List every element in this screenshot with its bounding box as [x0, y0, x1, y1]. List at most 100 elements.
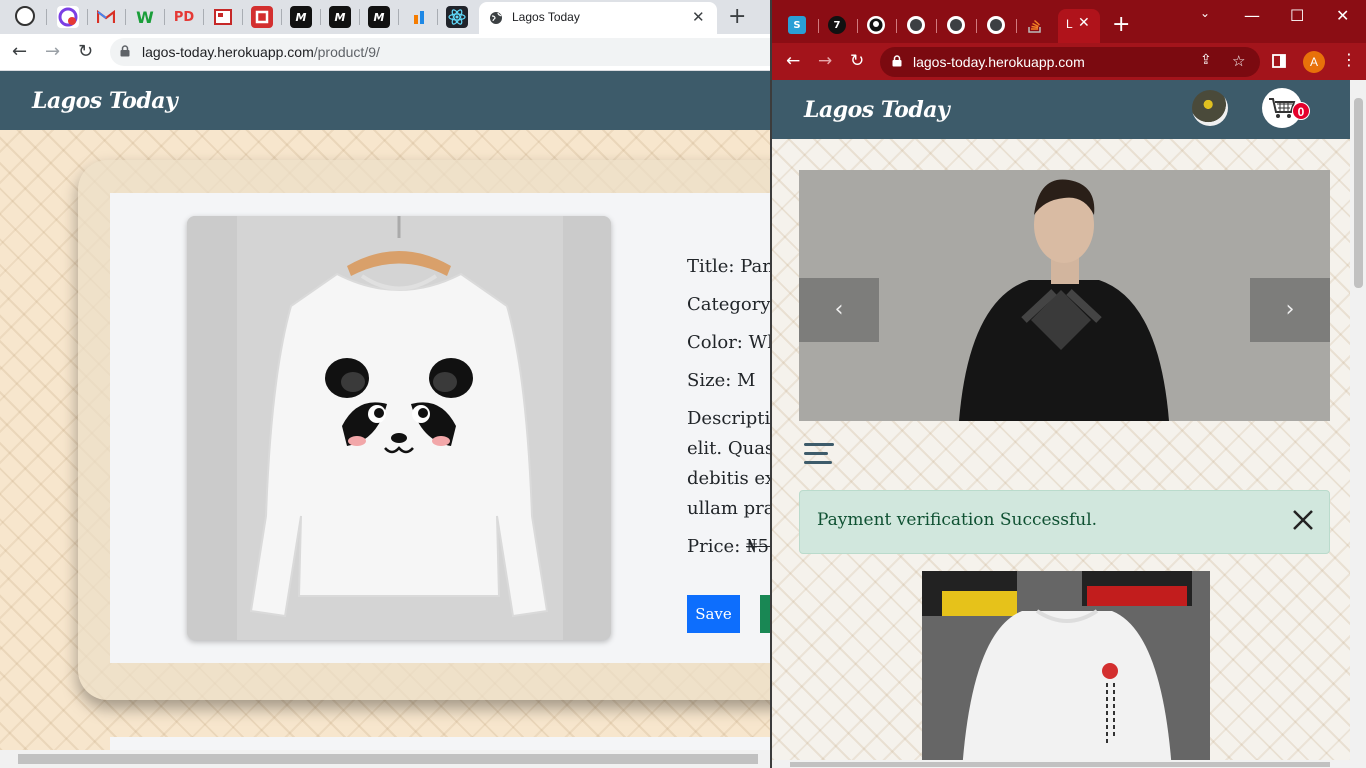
tab-separator	[936, 19, 937, 33]
new-tab-button[interactable]: +	[728, 4, 746, 29]
close-tab-icon[interactable]: ✕	[1078, 15, 1090, 31]
pd-icon[interactable]: PD	[173, 6, 195, 28]
tab-active[interactable]: L ✕	[1058, 9, 1100, 43]
price-value: ₦50(	[746, 536, 772, 557]
tab-separator	[46, 9, 47, 25]
gmail-icon[interactable]	[95, 6, 117, 28]
tab-search-icon[interactable]: ⌄	[1200, 6, 1210, 20]
pinned-tab-icon[interactable]	[57, 6, 79, 28]
medium-icon[interactable]: M	[290, 6, 312, 28]
scrollbar-thumb[interactable]	[1354, 98, 1363, 288]
tab-separator	[818, 19, 819, 33]
react-icon[interactable]	[446, 6, 468, 28]
product-color: Color: Wh	[687, 332, 772, 353]
side-panel-icon[interactable]	[1272, 54, 1286, 68]
product-description-line: elit. Quas v	[687, 438, 772, 459]
globe-icon[interactable]	[987, 16, 1005, 34]
product-description-line: debitis ex e	[687, 468, 772, 489]
red-app-icon[interactable]	[251, 6, 273, 28]
url-path: /product/9/	[313, 44, 380, 60]
hamburger-menu-icon[interactable]	[804, 441, 836, 467]
tab-separator	[976, 19, 977, 33]
tab-separator	[125, 9, 126, 25]
product-card-image[interactable]	[922, 571, 1210, 768]
save-button[interactable]: Save	[687, 595, 740, 633]
tab-separator	[857, 19, 858, 33]
address-bar[interactable]: lagos-today.herokuapp.com/product/9/	[110, 38, 772, 66]
github-icon[interactable]	[867, 16, 885, 34]
new-tab-button[interactable]: +	[1112, 12, 1130, 37]
product-description-line: Description	[687, 408, 772, 429]
scrollbar-thumb[interactable]	[790, 762, 1330, 767]
forward-icon[interactable]: →	[45, 41, 60, 62]
profile-avatar[interactable]: A	[1303, 51, 1325, 73]
back-icon[interactable]: ←	[12, 41, 27, 62]
close-window-icon[interactable]: ✕	[1336, 6, 1349, 25]
browser-toolbar: ← → ↻ lagos-today.herokuapp.com/product/…	[0, 34, 772, 71]
product-price: Price: ₦50(	[687, 536, 772, 557]
site-navbar: Lagos Today	[0, 71, 772, 130]
close-icon[interactable]	[1290, 507, 1316, 533]
reload-icon[interactable]: ↻	[78, 41, 93, 62]
tab-separator	[1016, 19, 1017, 33]
horizontal-scrollbar[interactable]	[0, 750, 772, 768]
user-avatar[interactable]	[1192, 90, 1228, 126]
newspaper-icon[interactable]	[212, 6, 234, 28]
lock-icon	[120, 45, 130, 57]
back-icon[interactable]: ←	[786, 51, 800, 71]
maximize-icon[interactable]: ☐	[1290, 6, 1304, 25]
medium-icon[interactable]: M	[368, 6, 390, 28]
tab-title: L	[1066, 17, 1073, 31]
carousel-prev-button[interactable]: ‹	[799, 278, 879, 342]
scrollbar-thumb[interactable]	[18, 754, 758, 764]
minimize-icon[interactable]: —	[1244, 6, 1260, 25]
tab-strip: W PD M M M Lagos Today ✕ +	[0, 0, 772, 34]
cart-count-badge: 0	[1292, 102, 1310, 120]
tab-separator	[437, 9, 438, 25]
tab-active[interactable]: Lagos Today ✕	[479, 2, 717, 34]
globe-icon[interactable]	[947, 16, 965, 34]
site-navbar: Lagos Today 0	[772, 80, 1352, 139]
browser-window-right: S 7 L ✕ + ⌄ — ☐ ✕ ← → ↻ lagos-today.hero…	[770, 0, 1366, 768]
reload-icon[interactable]: ↻	[850, 51, 864, 71]
medium-icon[interactable]: M	[329, 6, 351, 28]
globe-icon	[490, 12, 502, 24]
product-title: Title: Panc	[687, 256, 772, 277]
s-app-icon[interactable]: S	[788, 16, 806, 34]
price-label: Price:	[687, 536, 746, 557]
carousel-next-button[interactable]: ›	[1250, 278, 1330, 342]
share-icon[interactable]: ⇪	[1200, 52, 1212, 68]
tab-separator	[398, 9, 399, 25]
tab-separator	[281, 9, 282, 25]
product-description-line: ullam praes	[687, 498, 772, 519]
menu-kebab-icon[interactable]: ⋮	[1341, 50, 1357, 69]
tab-separator	[359, 9, 360, 25]
forward-icon[interactable]: →	[818, 51, 832, 71]
horizontal-scrollbar[interactable]	[772, 760, 1350, 768]
pinned-tab-icon[interactable]	[15, 6, 35, 26]
seven-app-icon[interactable]: 7	[828, 16, 846, 34]
site-logo[interactable]: Lagos Today	[804, 97, 950, 123]
tab-strip: S 7 L ✕ + ⌄ — ☐ ✕	[772, 0, 1366, 43]
wellfound-icon[interactable]: W	[134, 6, 156, 28]
alert-message: Payment verification Successful.	[817, 510, 1098, 530]
lock-icon	[892, 55, 902, 67]
url-host: lagos-today.herokuapp.com	[142, 44, 314, 60]
tab-separator	[203, 9, 204, 25]
tab-separator	[896, 19, 897, 33]
browser-toolbar: ← → ↻ lagos-today.herokuapp.com ⇪ ☆ A ⋮	[772, 43, 1366, 80]
vertical-scrollbar[interactable]	[1350, 80, 1366, 768]
address-bar[interactable]: lagos-today.herokuapp.com ⇪ ☆	[880, 47, 1260, 77]
tab-separator	[87, 9, 88, 25]
url-text: lagos-today.herokuapp.com/product/9/	[142, 44, 380, 60]
bookmark-star-icon[interactable]: ☆	[1232, 52, 1245, 70]
product-category: Category: S	[687, 294, 772, 315]
next-card-edge	[110, 737, 772, 751]
close-tab-icon[interactable]: ✕	[692, 8, 705, 26]
browser-window-left: W PD M M M Lagos Today ✕ + ← → ↻ lagos-t…	[0, 0, 772, 768]
bar-chart-icon[interactable]	[408, 6, 430, 28]
globe-icon[interactable]	[907, 16, 925, 34]
stack-overflow-icon[interactable]	[1026, 16, 1044, 34]
tab-title: Lagos Today	[512, 10, 580, 24]
site-logo[interactable]: Lagos Today	[32, 88, 178, 114]
